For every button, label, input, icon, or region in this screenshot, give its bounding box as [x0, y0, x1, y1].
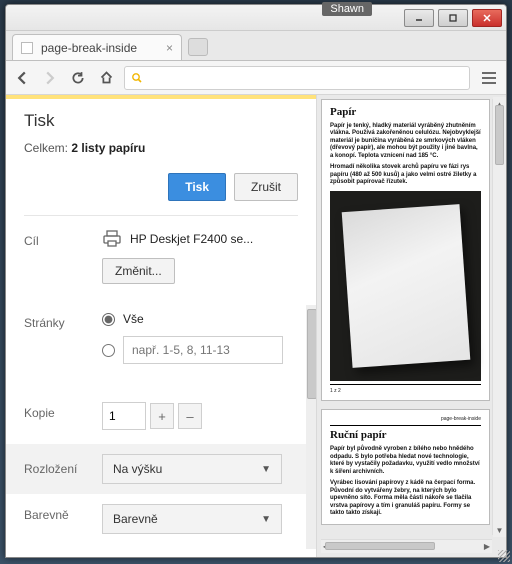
- copies-increment[interactable]: +: [150, 403, 174, 429]
- chevron-down-icon: ▼: [261, 514, 271, 525]
- chevron-down-icon: ▼: [261, 464, 271, 475]
- pages-all-label: Vše: [123, 312, 144, 326]
- pages-range-radio[interactable]: [102, 344, 115, 357]
- print-total: Celkem: 2 listy papíru: [24, 141, 298, 155]
- minimize-button[interactable]: [404, 9, 434, 27]
- print-button[interactable]: Tisk: [168, 173, 226, 201]
- pages-all-radio[interactable]: [102, 313, 115, 326]
- user-badge[interactable]: Shawn: [322, 4, 372, 16]
- color-value: Barevně: [113, 512, 158, 526]
- tab-close-icon[interactable]: ×: [166, 41, 173, 55]
- preview-heading: Papír: [330, 106, 481, 120]
- resize-handle[interactable]: [498, 550, 507, 558]
- preview-heading-2: Ruční papír: [330, 429, 481, 443]
- print-title: Tisk: [24, 111, 298, 131]
- preview-image: [330, 191, 481, 381]
- copies-input[interactable]: [102, 402, 146, 430]
- menu-button[interactable]: [478, 68, 500, 88]
- layout-value: Na výšku: [113, 462, 162, 476]
- tab-strip: page-break-inside ×: [6, 31, 506, 61]
- copies-decrement[interactable]: –: [178, 403, 202, 429]
- tab-favicon: [21, 42, 33, 54]
- layout-select[interactable]: Na výšku ▼: [102, 454, 282, 484]
- print-settings-panel: Tisk Celkem: 2 listy papíru Tisk Zrušit …: [6, 95, 316, 557]
- browser-toolbar: [6, 61, 506, 95]
- color-select[interactable]: Barevně ▼: [102, 504, 282, 534]
- new-tab-button[interactable]: [188, 38, 208, 56]
- preview-page-1: Papír Papír je tenký, hladký materiál vy…: [321, 99, 490, 401]
- cancel-button[interactable]: Zrušit: [234, 173, 298, 201]
- maximize-button[interactable]: [438, 9, 468, 27]
- color-label: Barevně: [24, 504, 102, 522]
- address-bar[interactable]: [124, 66, 470, 90]
- print-preview: Papír Papír je tenký, hladký materiál vy…: [316, 95, 506, 557]
- copies-label: Kopie: [24, 402, 102, 420]
- pages-range-input[interactable]: [123, 336, 283, 364]
- window-titlebar: Shawn: [6, 5, 506, 31]
- preview-page-2: page-break-inside Ruční papír Papír byl …: [321, 409, 490, 525]
- change-destination-button[interactable]: Změnit...: [102, 258, 175, 284]
- forward-button[interactable]: [40, 68, 60, 88]
- back-button[interactable]: [12, 68, 32, 88]
- search-icon: [131, 72, 143, 84]
- close-button[interactable]: [472, 9, 502, 27]
- layout-label: Rozložení: [24, 462, 102, 476]
- destination-label: Cíl: [24, 230, 102, 248]
- pages-label: Stránky: [24, 312, 102, 330]
- reload-button[interactable]: [68, 68, 88, 88]
- preview-horizontal-scrollbar[interactable]: ◀▶: [321, 539, 492, 553]
- tab-title: page-break-inside: [41, 41, 137, 55]
- printer-icon: [102, 230, 122, 248]
- preview-vertical-scrollbar[interactable]: ▲▼: [492, 99, 506, 535]
- destination-name: HP Deskjet F2400 se...: [130, 232, 253, 246]
- browser-tab[interactable]: page-break-inside ×: [12, 34, 182, 60]
- home-button[interactable]: [96, 68, 116, 88]
